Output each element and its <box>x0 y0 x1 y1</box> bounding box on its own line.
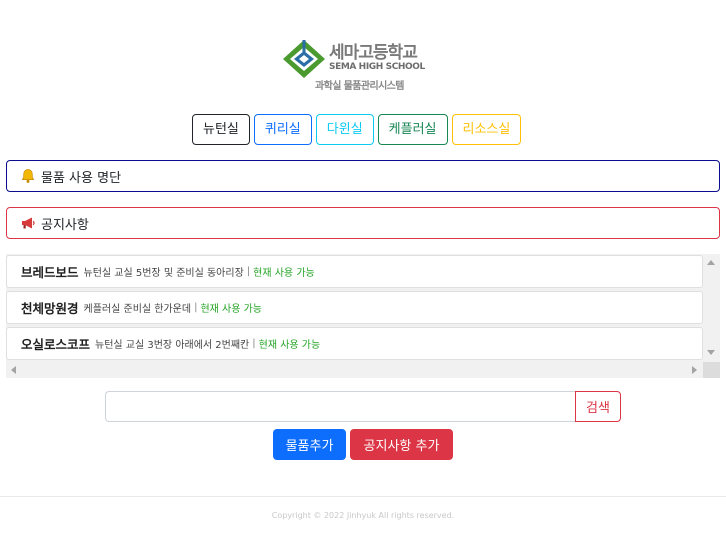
system-name: 과학실 물품관리시스템 <box>315 81 404 92</box>
item-name: 오실로스코프 <box>21 337 91 352</box>
announcement-panel[interactable]: 공지사항 <box>6 207 720 239</box>
lab-darwin-button[interactable]: 다윈실 <box>315 114 374 145</box>
item-separator: | <box>252 338 256 349</box>
add-announcement-button[interactable]: 공지사항 추가 <box>350 429 453 460</box>
megaphone-icon <box>22 217 35 229</box>
lab-kepler-button[interactable]: 케플러실 <box>377 114 448 145</box>
list-item[interactable]: 천체망원경 케플러실 준비실 한가운데 | 현재 사용 가능 <box>6 291 703 324</box>
lab-resource-button[interactable]: 리소스실 <box>451 114 522 145</box>
scrollbar-corner <box>703 362 720 378</box>
item-name: 천체망원경 <box>21 301 79 316</box>
school-name-en: SEMA HIGH SCHOOL <box>329 62 425 72</box>
item-status: 현재 사용 가능 <box>253 268 315 279</box>
add-item-button[interactable]: 물품추가 <box>273 429 346 460</box>
item-status: 현재 사용 가능 <box>258 340 321 351</box>
item-list[interactable]: 브레드보드 뉴턴실 교실 5번장 및 준비실 동아리장 | 현재 사용 가능 천… <box>6 254 720 378</box>
scroll-left-arrow-icon[interactable] <box>11 366 16 374</box>
lab-newton-button[interactable]: 뉴턴실 <box>192 114 250 145</box>
item-status: 현재 사용 가능 <box>200 304 263 315</box>
horizontal-scrollbar[interactable] <box>6 362 703 378</box>
footer-divider <box>0 496 726 497</box>
footer-copyright: Copyright © 2022 Jinhyuk All rights rese… <box>271 511 455 520</box>
bell-icon <box>21 169 35 183</box>
item-location: 케플러실 준비실 한가운데 <box>83 304 192 315</box>
item-name: 브레드보드 <box>21 265 79 280</box>
list-item[interactable]: 브레드보드 뉴턴실 교실 5번장 및 준비실 동아리장 | 현재 사용 가능 <box>6 255 703 288</box>
scroll-up-arrow-icon[interactable] <box>707 260 715 265</box>
item-location: 뉴턴실 교실 3번장 아래에서 2번째칸 <box>95 340 250 351</box>
usage-list-label: 물품 사용 명단 <box>41 170 122 186</box>
school-name-ko: 세마고등학교 <box>329 43 418 63</box>
list-item[interactable]: 오실로스코프 뉴턴실 교실 3번장 아래에서 2번째칸 | 현재 사용 가능 <box>6 327 703 360</box>
school-emblem-icon <box>283 40 325 78</box>
lab-selector: 뉴턴실 퀴리실 다윈실 케플러실 리소스실 <box>192 114 522 145</box>
item-separator: | <box>246 266 251 277</box>
search-button[interactable]: 검색 <box>575 391 621 422</box>
scroll-down-arrow-icon[interactable] <box>707 350 715 355</box>
item-location: 뉴턴실 교실 5번장 및 준비실 동아리장 <box>83 268 244 279</box>
lab-curie-button[interactable]: 퀴리실 <box>253 114 312 145</box>
usage-list-panel[interactable]: 물품 사용 명단 <box>6 160 720 192</box>
vertical-scrollbar[interactable] <box>703 254 720 362</box>
scroll-right-arrow-icon[interactable] <box>692 366 697 374</box>
school-logo: 세마고등학교 SEMA HIGH SCHOOL 과학실 물품관리시스템 <box>282 37 432 93</box>
announcement-label: 공지사항 <box>41 217 89 233</box>
search-input[interactable] <box>105 391 576 422</box>
item-separator: | <box>194 302 198 313</box>
